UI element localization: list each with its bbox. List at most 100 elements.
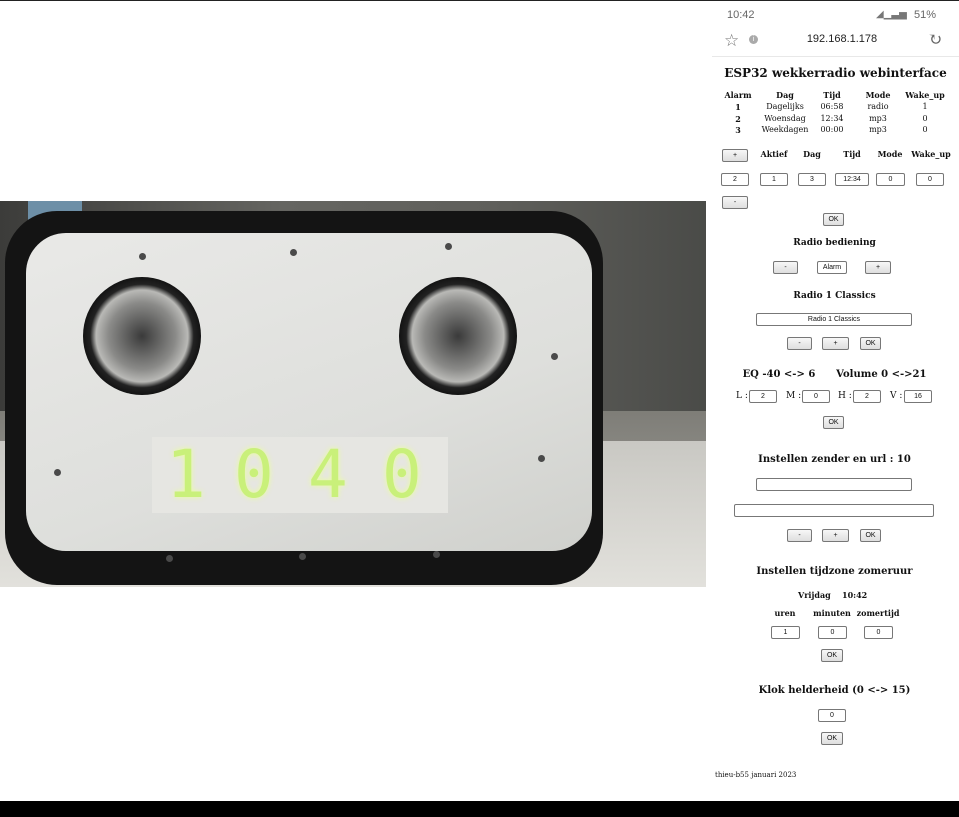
volume-input[interactable]: 16 bbox=[904, 390, 932, 403]
signal-icon: ◢▁▃▅ bbox=[876, 9, 907, 20]
station-plus-button[interactable]: + bbox=[822, 337, 849, 350]
display-digit: 1 bbox=[166, 436, 208, 513]
timezone-header-minuten: minuten bbox=[813, 608, 851, 618]
station-url-input[interactable] bbox=[734, 504, 934, 517]
eq-high-label: H : bbox=[838, 391, 852, 401]
aktief-input[interactable]: 1 bbox=[760, 173, 788, 186]
left-speaker bbox=[83, 277, 201, 395]
tijd-input[interactable]: 12:34 bbox=[835, 173, 869, 186]
screw bbox=[139, 253, 146, 260]
mode-input[interactable]: 0 bbox=[876, 173, 905, 186]
battery-level: 51% bbox=[914, 9, 937, 21]
url-bar[interactable]: 192.168.1.178 bbox=[790, 33, 894, 45]
edit-header-tijd: Tijd bbox=[843, 149, 861, 159]
site-info-icon[interactable]: i bbox=[749, 35, 758, 44]
screw bbox=[433, 551, 440, 558]
edit-header-mode: Mode bbox=[877, 149, 903, 159]
station-name-input[interactable] bbox=[756, 478, 912, 491]
screw bbox=[551, 353, 558, 360]
navigation-bar bbox=[0, 801, 959, 817]
reload-icon[interactable]: ↻ bbox=[928, 30, 942, 50]
timezone-title: Instellen tijdzone zomeruur bbox=[756, 566, 913, 577]
table-header-tijd: Tijd bbox=[823, 90, 841, 100]
table-header-alarm: Alarm bbox=[724, 90, 752, 100]
radio-mode-plus-button[interactable]: + bbox=[865, 261, 891, 274]
table-cell: mp3 bbox=[869, 125, 887, 134]
alarm-number-input[interactable]: 2 bbox=[721, 173, 749, 186]
screw bbox=[54, 469, 61, 476]
display-digit: 0 bbox=[382, 436, 424, 513]
eq-ok-button[interactable]: OK bbox=[823, 416, 844, 429]
table-cell: 3 bbox=[735, 125, 741, 135]
screw bbox=[538, 455, 545, 462]
current-time: 10:42 bbox=[842, 590, 868, 600]
timezone-dst-input[interactable]: 0 bbox=[864, 626, 893, 639]
footer-credit: thieu-b55 januari 2023 bbox=[715, 771, 797, 779]
url-plus-button[interactable]: + bbox=[822, 529, 849, 542]
url-minus-button[interactable]: - bbox=[787, 529, 812, 542]
table-cell: 1 bbox=[735, 102, 741, 112]
timezone-ok-button[interactable]: OK bbox=[821, 649, 843, 662]
current-station-title: Radio 1 Classics bbox=[793, 291, 876, 301]
timezone-minutes-input[interactable]: 0 bbox=[818, 626, 847, 639]
status-bar-time: 10:42 bbox=[727, 9, 755, 21]
url-ok-button[interactable]: OK bbox=[860, 529, 881, 542]
table-cell: radio bbox=[867, 102, 889, 111]
volume-label: V : bbox=[890, 391, 903, 401]
screw bbox=[290, 249, 297, 256]
alarm-plus-button[interactable]: + bbox=[722, 149, 748, 162]
clock-radio-photo: 1 0 4 0 bbox=[0, 201, 706, 587]
station-ok-button[interactable]: OK bbox=[860, 337, 881, 350]
timezone-header-uren: uren bbox=[774, 608, 796, 618]
eq-mid-label: M : bbox=[786, 391, 802, 401]
eq-low-label: L : bbox=[736, 391, 748, 401]
table-cell: Dagelijks bbox=[766, 102, 804, 111]
alarm-minus-button[interactable]: - bbox=[722, 196, 748, 209]
eq-volume-title: EQ -40 <-> 6 Volume 0 <->21 bbox=[742, 369, 927, 380]
eq-high-input[interactable]: 2 bbox=[853, 390, 881, 403]
timezone-hours-input[interactable]: 1 bbox=[771, 626, 800, 639]
bookmark-star-icon[interactable]: ☆ bbox=[724, 31, 739, 51]
table-header-dag: Dag bbox=[776, 90, 794, 100]
current-day: Vrijdag bbox=[798, 590, 831, 600]
screw bbox=[445, 243, 452, 250]
right-speaker bbox=[399, 277, 517, 395]
radio-mode-input[interactable]: Alarm bbox=[817, 261, 847, 274]
display-digit: 4 bbox=[308, 436, 350, 513]
brightness-ok-button[interactable]: OK bbox=[821, 732, 843, 745]
edit-header-dag: Dag bbox=[803, 149, 821, 159]
led-matrix-display: 1 0 4 0 bbox=[152, 437, 448, 513]
edit-header-wakeup: Wake_up bbox=[911, 149, 951, 159]
table-cell: 12:34 bbox=[820, 114, 844, 123]
radio-mode-minus-button[interactable]: - bbox=[773, 261, 798, 274]
station-minus-button[interactable]: - bbox=[787, 337, 812, 350]
clock-housing bbox=[5, 211, 603, 585]
station-input[interactable]: Radio 1 Classics bbox=[756, 313, 912, 326]
table-cell: mp3 bbox=[869, 114, 887, 123]
top-border bbox=[0, 0, 959, 1]
table-cell: 2 bbox=[735, 114, 741, 124]
table-cell: 00:00 bbox=[820, 125, 844, 134]
table-cell: 0 bbox=[922, 125, 928, 134]
table-cell: 06:58 bbox=[820, 102, 844, 111]
table-header-wakeup: Wake_up bbox=[905, 90, 945, 100]
timezone-header-zomertijd: zomertijd bbox=[856, 608, 900, 618]
table-cell: Woensdag bbox=[764, 114, 806, 123]
table-header-mode: Mode bbox=[865, 90, 891, 100]
brightness-input[interactable]: 0 bbox=[818, 709, 846, 722]
alarm-ok-button[interactable]: OK bbox=[823, 213, 844, 226]
wakeup-input[interactable]: 0 bbox=[916, 173, 944, 186]
dag-input[interactable]: 3 bbox=[798, 173, 826, 186]
table-cell: Weekdagen bbox=[761, 125, 809, 134]
eq-low-input[interactable]: 2 bbox=[749, 390, 777, 403]
edit-header-aktief: Aktief bbox=[760, 149, 788, 159]
table-cell: 1 bbox=[922, 102, 928, 111]
table-cell: 0 bbox=[922, 114, 928, 123]
display-digit: 0 bbox=[234, 436, 276, 513]
page-title: ESP32 wekkerradio webinterface bbox=[724, 66, 947, 80]
screw bbox=[299, 553, 306, 560]
url-bar-divider bbox=[712, 56, 959, 57]
eq-mid-input[interactable]: 0 bbox=[802, 390, 830, 403]
screw bbox=[166, 555, 173, 562]
brightness-title: Klok helderheid (0 <-> 15) bbox=[758, 685, 911, 696]
